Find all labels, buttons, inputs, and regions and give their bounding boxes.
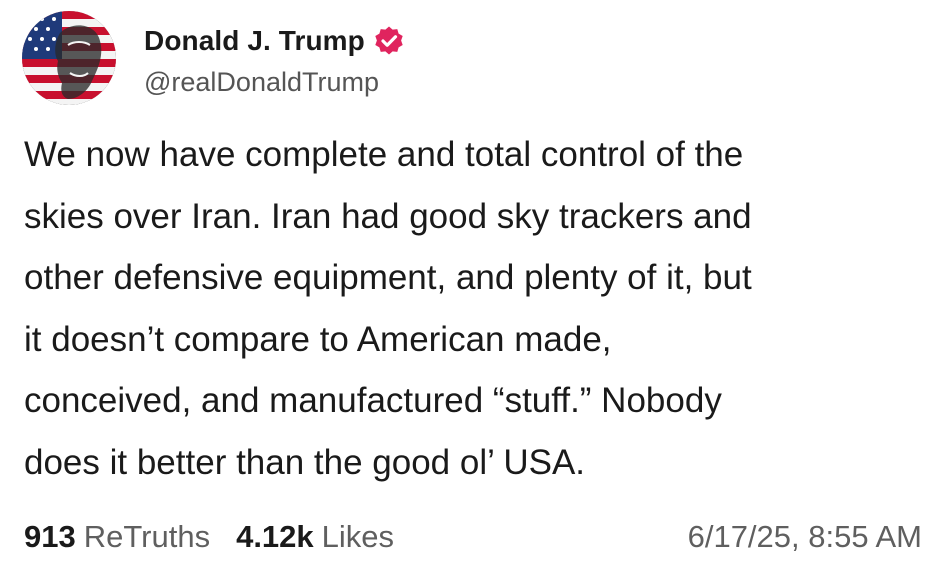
- retruths-label: ReTruths: [83, 519, 211, 554]
- author-display-name[interactable]: Donald J. Trump: [144, 25, 365, 57]
- retruths-stat[interactable]: 913 ReTruths: [24, 519, 210, 555]
- post-footer: 913 ReTruths 4.12k Likes 6/17/25, 8:55 A…: [24, 514, 922, 560]
- post-header: Donald J. Trump @realDonaldTrump: [22, 10, 405, 106]
- post-timestamp[interactable]: 6/17/25, 8:55 AM: [688, 519, 922, 555]
- author-handle[interactable]: @realDonaldTrump: [144, 67, 405, 98]
- post-body-text: We now have complete and total control o…: [24, 135, 752, 482]
- verified-badge-icon: [373, 25, 405, 57]
- author-identity: Donald J. Trump @realDonaldTrump: [144, 19, 405, 98]
- avatar[interactable]: [22, 11, 116, 105]
- retruths-count: 913: [24, 519, 76, 554]
- name-row: Donald J. Trump: [144, 19, 405, 63]
- likes-stat[interactable]: 4.12k Likes: [236, 519, 394, 555]
- likes-label: Likes: [321, 519, 395, 554]
- likes-count: 4.12k: [236, 519, 314, 554]
- flag-portrait-avatar-icon: [22, 11, 116, 105]
